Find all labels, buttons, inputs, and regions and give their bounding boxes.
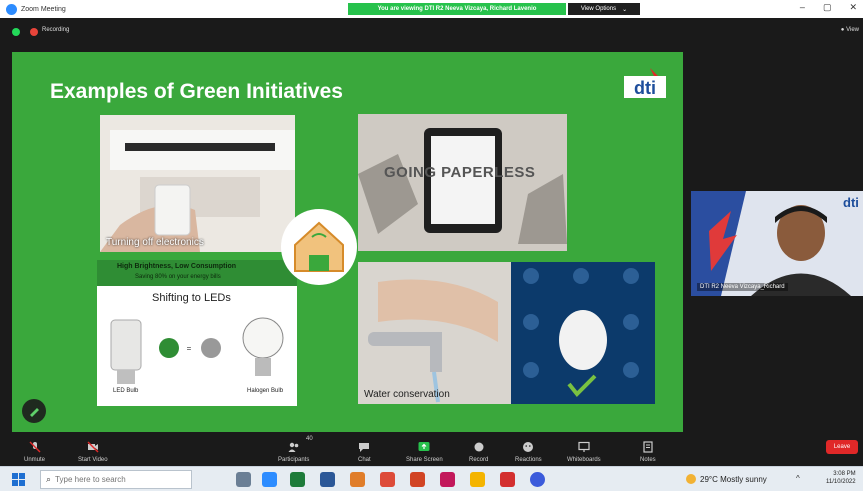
reactions-icon xyxy=(523,442,534,452)
water-tips-poster xyxy=(511,262,655,404)
view-options-label: View Options xyxy=(580,6,617,12)
bulb-comparison: = xyxy=(110,317,284,384)
aircon-illustration xyxy=(100,115,295,252)
window-title: Zoom Meeting xyxy=(21,5,66,13)
zoom-app-icon xyxy=(6,3,17,15)
annotate-pencil-button[interactable] xyxy=(22,399,46,423)
taskbar-search-box[interactable]: ⌕ xyxy=(40,470,192,489)
water-caption: Water conservation xyxy=(364,389,450,400)
window-controls: – ▢ ✕ xyxy=(800,2,857,13)
clock-time: 3:08 PM xyxy=(833,471,856,477)
app-icon[interactable] xyxy=(440,472,455,487)
taskbar-clock[interactable]: 3:08 PM 11/10/2022 xyxy=(826,470,856,486)
share-screen-button[interactable]: Share Screen xyxy=(406,432,443,466)
notes-label: Notes xyxy=(640,457,656,463)
sun-icon xyxy=(686,474,696,484)
windows-taskbar: ⌕ 29°C Mostly sunny ^ 3:08 PM 11/10/2022 xyxy=(0,466,863,491)
chrome-icon[interactable] xyxy=(380,472,395,487)
turning-off-electronics-photo: Turning off electronics xyxy=(100,115,295,252)
view-label: View xyxy=(846,27,859,33)
record-label: Record xyxy=(469,457,489,463)
water-conservation-photo: Water conservation xyxy=(358,262,511,404)
search-icon: ⌕ xyxy=(46,474,52,484)
meeting-toolbar: Unmute Start Video Participants 40 Chat … xyxy=(0,432,863,466)
chat-icon xyxy=(359,443,370,452)
view-button[interactable]: ● View xyxy=(841,27,859,33)
powerpoint-icon[interactable] xyxy=(410,472,425,487)
svg-text:=: = xyxy=(187,344,192,353)
chat-label: Chat xyxy=(358,457,371,463)
search-input[interactable] xyxy=(55,475,176,484)
file-explorer-icon[interactable] xyxy=(470,472,485,487)
media-app-icon[interactable] xyxy=(500,472,515,487)
participants-label: Participants xyxy=(278,457,310,463)
edge-icon[interactable] xyxy=(530,472,545,487)
svg-text:dti: dti xyxy=(634,78,656,98)
record-button[interactable]: Record xyxy=(469,432,488,466)
home-office-circle xyxy=(281,209,357,285)
weather-text: 29°C Mostly sunny xyxy=(700,474,767,484)
dti-logo: dti xyxy=(624,68,666,98)
paperless-illustration xyxy=(358,114,567,251)
halogen-bulb-label: Halogen Bulb xyxy=(247,388,284,394)
start-video-button[interactable]: Start Video xyxy=(78,432,108,466)
participant-video: dti xyxy=(691,191,863,296)
screen-share-banner: You are viewing DTI R2 Neeva Vizcaya, Ri… xyxy=(348,3,566,15)
minimize-icon[interactable]: – xyxy=(800,2,805,13)
led-bulb-label: LED Bulb xyxy=(113,388,139,394)
participants-count: 40 xyxy=(306,436,313,442)
start-video-label: Start Video xyxy=(78,457,108,463)
recording-label: Recording xyxy=(42,27,70,33)
view-options-button[interactable]: View Options ⌄ xyxy=(568,3,640,15)
reactions-button[interactable]: Reactions xyxy=(515,432,542,466)
unmute-label: Unmute xyxy=(24,457,46,463)
faucet-illustration xyxy=(358,262,511,404)
recording-icon xyxy=(30,28,38,36)
chevron-down-icon: ⌄ xyxy=(622,6,628,13)
notes-icon xyxy=(643,441,653,453)
reactions-label: Reactions xyxy=(515,457,542,463)
participant-name: DTI R2 Neeva Vizcaya_Richard xyxy=(697,283,788,291)
microphone-muted-icon xyxy=(29,441,40,453)
share-screen-label: Share Screen xyxy=(406,457,443,463)
tray-chevron-icon[interactable]: ^ xyxy=(796,474,800,483)
slide-title: Examples of Green Initiatives xyxy=(50,80,343,103)
unmute-button[interactable]: Unmute xyxy=(24,432,45,466)
task-view-icon[interactable] xyxy=(236,472,251,487)
paperless-caption: GOING PAPERLESS xyxy=(384,164,536,181)
word-icon[interactable] xyxy=(320,472,335,487)
whiteboard-icon xyxy=(578,441,590,452)
excel-icon[interactable] xyxy=(290,472,305,487)
windows-start-icon[interactable] xyxy=(12,473,25,486)
video-off-icon xyxy=(87,441,99,453)
going-paperless-photo: GOING PAPERLESS xyxy=(358,114,567,251)
poster-illustration xyxy=(511,262,655,404)
clock-date: 11/10/2022 xyxy=(826,479,856,485)
security-shield-icon[interactable] xyxy=(12,28,20,36)
meeting-header xyxy=(0,18,863,44)
whiteboards-label: Whiteboards xyxy=(567,457,601,463)
firefox-icon[interactable] xyxy=(350,472,365,487)
maximize-icon[interactable]: ▢ xyxy=(823,2,832,13)
participants-icon xyxy=(288,442,298,452)
participant-video-tile[interactable]: dti DTI R2 Neeva Vizcaya_Richard xyxy=(691,191,863,296)
weather-widget[interactable]: 29°C Mostly sunny xyxy=(686,474,767,484)
shifting-to-leds-panel: High Brightness, Low Consumption Saving … xyxy=(97,260,297,406)
electronics-caption: Turning off electronics xyxy=(106,237,204,248)
participants-button[interactable]: Participants xyxy=(278,432,309,466)
notes-button[interactable]: Notes xyxy=(640,432,656,466)
chat-button[interactable]: Chat xyxy=(358,432,371,466)
home-office-icon xyxy=(294,221,344,272)
close-icon[interactable]: ✕ xyxy=(849,2,857,13)
pencil-icon xyxy=(30,408,39,417)
leave-button[interactable]: Leave xyxy=(826,440,858,454)
zoom-taskbar-icon[interactable] xyxy=(262,472,277,487)
whiteboards-button[interactable]: Whiteboards xyxy=(567,432,601,466)
svg-text:dti: dti xyxy=(843,195,859,210)
record-icon xyxy=(474,442,484,452)
shared-slide: Examples of Green Initiatives dti Turnin… xyxy=(12,52,683,432)
share-screen-icon xyxy=(418,442,430,451)
